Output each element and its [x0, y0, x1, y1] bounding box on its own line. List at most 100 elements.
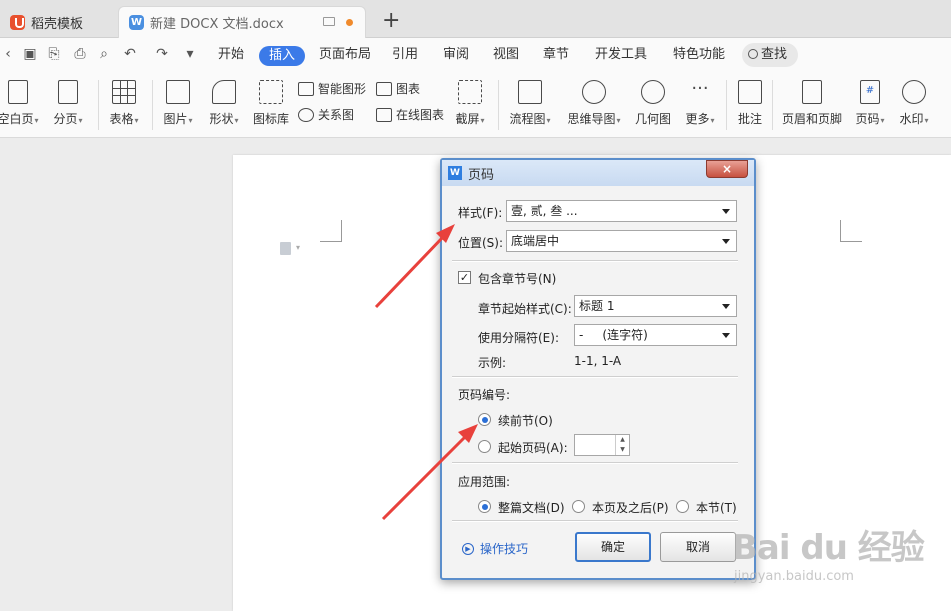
- daoke-logo-icon: [10, 14, 25, 30]
- start-page-radio[interactable]: [478, 440, 491, 453]
- include-chapter-checkbox[interactable]: ✓: [458, 271, 471, 284]
- play-circle-icon: ▶: [462, 542, 474, 555]
- shape-button[interactable]: 形状▾: [202, 80, 246, 127]
- divider: [452, 260, 738, 261]
- paragraph-dropdown-icon[interactable]: ▾: [296, 243, 300, 252]
- table-button[interactable]: 表格▾: [104, 80, 144, 127]
- screenshot-label: 截屏: [455, 112, 480, 126]
- this-section-radio[interactable]: [676, 500, 689, 513]
- new-tab-plus-icon[interactable]: +: [382, 8, 400, 34]
- screenshot-icon: [458, 80, 482, 104]
- baidu-watermark: Bai du 经验 jingyan.baidu.com: [732, 520, 925, 584]
- example-value: 1-1, 1-A: [574, 354, 622, 368]
- menu-special-features[interactable]: 特色功能: [673, 46, 725, 64]
- geometry-button[interactable]: 几何图: [632, 80, 674, 127]
- flowchart-button[interactable]: 流程图▾: [506, 80, 554, 127]
- cancel-button[interactable]: 取消: [660, 532, 736, 562]
- mindmap-button[interactable]: 思维导图▾: [564, 80, 624, 127]
- customize-toolbar-icon[interactable]: ▾: [182, 46, 198, 62]
- page-number-button[interactable]: # 页码▾: [848, 80, 892, 127]
- mindmap-label: 思维导图: [567, 112, 616, 126]
- tab-document[interactable]: W 新建 DOCX 文档.docx: [118, 6, 366, 38]
- divider: [498, 80, 499, 130]
- chapter-style-value: 标题 1: [579, 299, 615, 313]
- divider: [152, 80, 153, 130]
- tab-label: 稻壳模板: [31, 16, 84, 32]
- tab-daoke-templates[interactable]: 稻壳模板: [0, 6, 114, 38]
- watermark-button[interactable]: 水印▾: [894, 80, 934, 127]
- whole-doc-radio[interactable]: [478, 500, 491, 513]
- menu-sections[interactable]: 章节: [543, 46, 569, 64]
- table-label: 表格: [109, 112, 134, 126]
- picture-button[interactable]: 图片▾: [158, 80, 198, 127]
- chart-button[interactable]: 图表: [376, 80, 420, 97]
- spinner-buttons: ▲ ▼: [615, 435, 629, 455]
- spin-down-icon[interactable]: ▼: [616, 445, 629, 455]
- icon-library-button[interactable]: 图标库: [250, 80, 292, 127]
- menu-insert[interactable]: 插入: [259, 46, 306, 66]
- header-footer-icon: [802, 80, 822, 104]
- close-button[interactable]: ×: [706, 160, 748, 178]
- chapter-style-select[interactable]: 标题 1: [574, 295, 737, 317]
- watermark-brand: Bai du 经验: [732, 528, 925, 568]
- continue-prev-radio[interactable]: [478, 413, 491, 426]
- relation-chart-button[interactable]: 关系图: [298, 106, 354, 123]
- blank-page-button[interactable]: 空白页▾: [0, 80, 42, 127]
- save-icon[interactable]: ▣: [22, 46, 38, 62]
- unsaved-dot-icon: [346, 19, 353, 26]
- menu-page-layout[interactable]: 页面布局: [319, 46, 371, 64]
- ok-button[interactable]: 确定: [575, 532, 651, 562]
- paragraph-layout-icon[interactable]: [280, 242, 291, 255]
- dialog-title: 页码: [468, 167, 495, 183]
- position-select[interactable]: 底端居中: [506, 230, 737, 252]
- export-pdf-icon[interactable]: ⎘: [46, 46, 62, 62]
- chevron-down-icon: [722, 239, 730, 244]
- smart-shape-label: 智能图形: [318, 82, 367, 96]
- smart-shape-button[interactable]: 智能图形: [298, 80, 366, 97]
- picture-icon: [166, 80, 190, 104]
- menu-home[interactable]: 开始: [218, 46, 244, 64]
- separator-select[interactable]: - (连字符): [574, 324, 737, 346]
- style-select[interactable]: 壹, 贰, 叁 ...: [506, 200, 737, 222]
- header-footer-label: 页眉和页脚: [781, 112, 842, 126]
- print-preview-icon[interactable]: ⌕: [96, 46, 112, 62]
- icon-library-label: 图标库: [252, 112, 289, 126]
- separator-value: - (连字符): [579, 328, 648, 342]
- online-chart-button[interactable]: 在线图表: [376, 106, 444, 123]
- menu-chevron-icon[interactable]: ‹: [0, 46, 16, 62]
- style-value: 壹, 贰, 叁 ...: [511, 204, 578, 218]
- position-value: 底端居中: [511, 234, 560, 248]
- more-button[interactable]: ··· 更多▾: [680, 80, 720, 127]
- redo-icon[interactable]: ↷: [154, 46, 170, 62]
- monitor-icon[interactable]: [323, 17, 335, 26]
- this-page-after-radio[interactable]: [572, 500, 585, 513]
- menu-review[interactable]: 审阅: [443, 46, 469, 64]
- page-number-dialog: W 页码 × 样式(F): 壹, 贰, 叁 ... 位置(S): 底端居中 ✓ …: [440, 158, 756, 580]
- comment-label: 批注: [737, 112, 762, 126]
- tips-link[interactable]: ▶ 操作技巧: [462, 540, 528, 557]
- smart-shape-icon: [298, 81, 314, 96]
- page-number-label: 页码: [855, 112, 880, 126]
- search-button[interactable]: 查找: [742, 43, 798, 67]
- undo-icon[interactable]: ↶: [122, 46, 138, 62]
- include-chapter-label: 包含章节号(N): [478, 272, 557, 286]
- search-label: 查找: [761, 47, 788, 62]
- blank-page-icon: [8, 80, 28, 104]
- screenshot-button[interactable]: 截屏▾: [450, 80, 490, 127]
- menu-view[interactable]: 视图: [493, 46, 519, 64]
- menu-references[interactable]: 引用: [392, 46, 418, 64]
- search-icon: [748, 49, 758, 59]
- divider: [772, 80, 773, 130]
- numbering-title: 页码编号:: [458, 388, 511, 402]
- spin-up-icon[interactable]: ▲: [616, 435, 629, 445]
- flowchart-label: 流程图: [509, 112, 546, 126]
- start-page-spinner[interactable]: ▲ ▼: [574, 434, 630, 456]
- geometry-label: 几何图: [634, 112, 671, 126]
- tab-bar: 稻壳模板 W 新建 DOCX 文档.docx +: [0, 0, 951, 38]
- menu-developer[interactable]: 开发工具: [595, 46, 647, 64]
- header-footer-button[interactable]: 页眉和页脚: [780, 80, 844, 127]
- page-break-button[interactable]: 分页▾: [48, 80, 88, 127]
- table-icon: [112, 80, 136, 104]
- print-icon[interactable]: ⎙: [72, 46, 88, 62]
- comment-button[interactable]: 批注: [734, 80, 766, 127]
